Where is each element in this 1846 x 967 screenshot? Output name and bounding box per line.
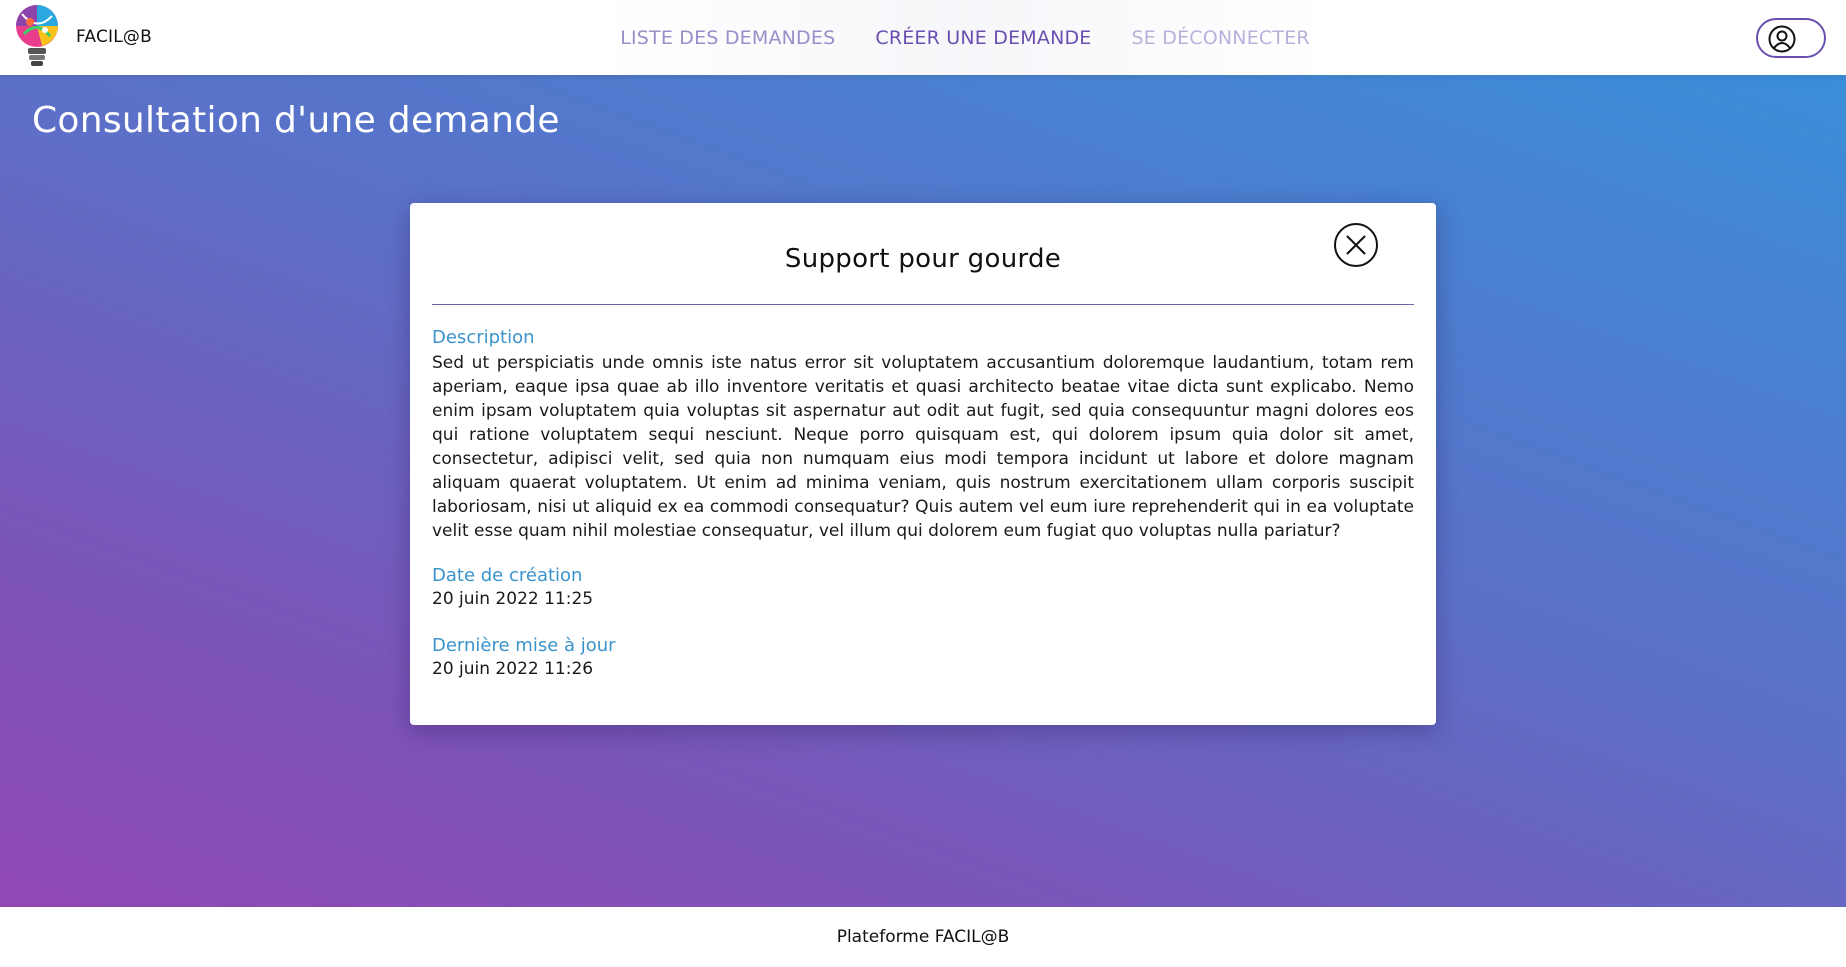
footer-text: Plateforme FACIL@B (836, 927, 1010, 947)
brand-name: FACIL@B (76, 27, 152, 47)
brand[interactable]: FACIL@B (12, 2, 152, 72)
description-text: Sed ut perspiciatis unde omnis iste natu… (432, 353, 1414, 541)
page-title: Consultation d'une demande (32, 100, 560, 141)
nav-link-create-request[interactable]: CRÉER UNE DEMANDE (875, 27, 1091, 49)
main-nav: LISTE DES DEMANDES CRÉER UNE DEMANDE SE … (600, 0, 1330, 75)
lightbulb-logo-icon (16, 5, 58, 66)
description-label: Description (432, 327, 535, 348)
top-navbar: FACIL@B LISTE DES DEMANDES CRÉER UNE DEM… (0, 0, 1846, 75)
user-menu-button[interactable] (1756, 18, 1826, 58)
request-detail-modal: Support pour gourde Description Sed ut p… (410, 203, 1436, 725)
footer: Plateforme FACIL@B (0, 907, 1846, 967)
nav-link-logout[interactable]: SE DÉCONNECTER (1132, 27, 1310, 49)
user-circle-icon (1768, 25, 1796, 53)
main-content: Consultation d'une demande Support pour … (0, 75, 1846, 907)
created-date-label: Date de création (432, 565, 583, 586)
updated-date-value: 20 juin 2022 11:26 (432, 659, 594, 679)
modal-divider (432, 304, 1414, 305)
close-button[interactable] (1333, 222, 1379, 268)
created-date-value: 20 juin 2022 11:25 (432, 589, 594, 609)
nav-link-requests-list[interactable]: LISTE DES DEMANDES (620, 27, 835, 49)
close-circle-icon (1334, 223, 1378, 267)
updated-date-label: Dernière mise à jour (432, 635, 616, 656)
modal-title: Support pour gourde (784, 244, 1062, 274)
